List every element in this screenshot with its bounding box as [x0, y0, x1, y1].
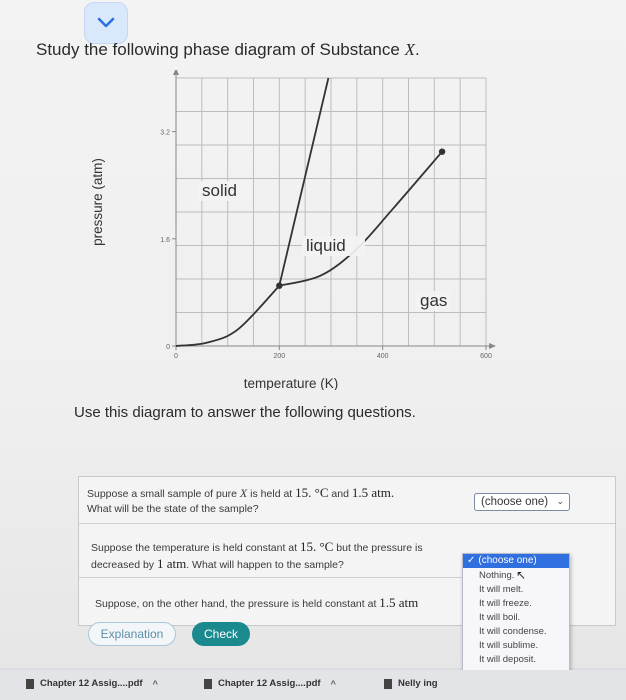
phase-diagram: 0 200 400 600 0 1.6 3.2 solid liquid gas temperatu… — [90, 70, 496, 390]
dropdown-option-boil[interactable]: It will boil. — [479, 612, 520, 623]
question-2: Suppose the temperature is held constant… — [91, 539, 423, 571]
mouse-cursor-icon: ↖ — [516, 568, 527, 582]
y-tick-label: 3.2 — [160, 130, 170, 137]
dropdown-option-sublime[interactable]: It will sublime. — [479, 640, 538, 651]
x-axis-title: temperature (K) — [244, 376, 339, 390]
vaporization-curve — [279, 151, 443, 287]
x-tick-label: 400 — [377, 353, 389, 360]
x-tick-label: 200 — [273, 353, 285, 360]
dropdown-option-freeze[interactable]: It will freeze. — [479, 598, 532, 609]
dropdown-option-selected[interactable]: ✓ (choose one) — [463, 554, 569, 568]
y-tick-label: 1.6 — [160, 237, 170, 244]
y-tick-label: 0 — [166, 344, 170, 351]
y-axis-title: pressure (atm) — [90, 158, 105, 246]
chevron-down-icon: ⌄ — [556, 496, 564, 506]
dropdown-option-deposit[interactable]: It will deposit. — [479, 654, 536, 665]
downloads-bar: Chapter 12 Assig....pdf ^ Chapter 12 Ass… — [0, 670, 626, 700]
question-1: Suppose a small sample of pure X is held… — [87, 485, 395, 515]
answer-select-1[interactable]: (choose one) ⌄ — [474, 493, 570, 511]
collapse-button[interactable] — [84, 2, 128, 44]
triple-point — [276, 282, 283, 289]
instructions: Use this diagram to answer the following… — [74, 404, 416, 421]
y-axis-arrow — [173, 70, 179, 75]
pdf-file-icon — [204, 678, 212, 689]
chevron-up-icon[interactable]: ^ — [153, 679, 158, 689]
divider — [79, 577, 479, 578]
pdf-file-icon — [384, 678, 392, 689]
assignment-page: Study the following phase diagram of Sub… — [0, 0, 626, 673]
question-3: Suppose, on the other hand, the pressure… — [95, 595, 419, 610]
chevron-down-icon — [97, 17, 115, 28]
x-axis-arrow — [489, 343, 496, 349]
chevron-up-icon[interactable]: ^ — [331, 679, 336, 689]
divider — [79, 523, 615, 524]
download-item[interactable]: Nelly ing — [384, 678, 438, 689]
download-item[interactable]: Chapter 12 Assig....pdf ^ — [26, 678, 158, 689]
critical-point — [438, 148, 446, 155]
dropdown-option-condense[interactable]: It will condense. — [479, 626, 547, 637]
gas-label: gas — [420, 291, 447, 310]
x-tick-label: 0 — [174, 353, 178, 360]
explanation-button[interactable]: Explanation — [88, 622, 176, 646]
liquid-label: liquid — [306, 236, 346, 255]
solid-label: solid — [202, 181, 237, 200]
pdf-file-icon — [26, 678, 34, 689]
select-value: (choose one) — [481, 496, 549, 508]
x-tick-label: 600 — [480, 353, 492, 360]
dropdown-option-melt[interactable]: It will melt. — [479, 584, 523, 595]
check-button[interactable]: Check — [192, 622, 250, 646]
dropdown-option-nothing[interactable]: Nothing. — [479, 570, 514, 581]
check-icon: ✓ — [467, 555, 476, 566]
question-prompt: Study the following phase diagram of Sub… — [36, 40, 420, 59]
download-item[interactable]: Chapter 12 Assig....pdf ^ — [204, 678, 336, 689]
